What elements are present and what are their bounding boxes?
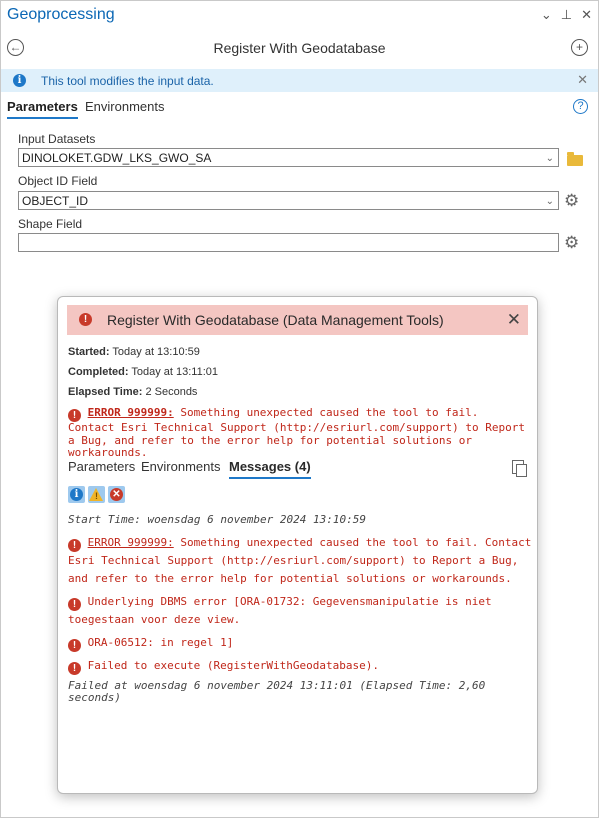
started-value: Today at 13:10:59 bbox=[112, 346, 200, 358]
add-icon[interactable]: + bbox=[571, 39, 588, 56]
error-icon: ! bbox=[68, 539, 81, 552]
info-icon: i bbox=[13, 74, 26, 87]
tool-header: ← Register With Geodatabase + bbox=[1, 33, 598, 63]
input-datasets-value: DINOLOKET.GDW_LKS_GWO_SA bbox=[22, 151, 212, 165]
completed-label: Completed: bbox=[68, 366, 129, 378]
pin-icon[interactable]: ⊥ bbox=[561, 7, 572, 23]
options-chevron-icon[interactable]: ⌄ bbox=[541, 7, 552, 23]
error-icon: ! bbox=[68, 639, 81, 652]
error-message-text: Underlying DBMS error [ORA-01732: Gegeve… bbox=[68, 595, 492, 626]
pane-title: Geoprocessing bbox=[7, 6, 115, 23]
dialog-tabs: Parameters Environments Messages (4) bbox=[68, 459, 530, 481]
error-message: ! ERROR 999999: Something unexpected cau… bbox=[68, 534, 532, 588]
error-icon: ! bbox=[79, 313, 92, 326]
tab-environments[interactable]: Environments bbox=[85, 99, 164, 114]
gear-icon[interactable]: ⚙ bbox=[564, 234, 579, 251]
started-label: Started: bbox=[68, 346, 110, 358]
input-datasets-field[interactable]: DINOLOKET.GDW_LKS_GWO_SA ⌄ bbox=[18, 148, 559, 167]
elapsed-row: Elapsed Time: 2 Seconds bbox=[68, 386, 197, 398]
error-message: ! Failed to execute (RegisterWithGeodata… bbox=[68, 657, 532, 675]
chevron-down-icon[interactable]: ⌄ bbox=[546, 149, 554, 168]
elapsed-label: Elapsed Time: bbox=[68, 386, 143, 398]
error-message: ! Underlying DBMS error [ORA-01732: Gege… bbox=[68, 593, 532, 629]
close-pane-icon[interactable]: ✕ bbox=[581, 7, 592, 23]
object-id-field-label: Object ID Field bbox=[18, 174, 98, 188]
info-icon: i bbox=[70, 488, 83, 501]
error-message-text: Failed to execute (RegisterWithGeodataba… bbox=[87, 659, 380, 672]
help-icon[interactable]: ? bbox=[573, 99, 588, 114]
shape-field-select[interactable] bbox=[18, 233, 559, 252]
pane-title-bar: Geoprocessing ⌄ ⊥ ✕ bbox=[1, 1, 598, 31]
close-dialog-icon[interactable]: ✕ bbox=[507, 310, 521, 330]
tab-environments[interactable]: Environments bbox=[141, 459, 220, 474]
info-text: This tool modifies the input data. bbox=[41, 74, 214, 88]
filter-info-button[interactable]: i bbox=[68, 486, 85, 503]
completed-row: Completed: Today at 13:11:01 bbox=[68, 366, 218, 378]
started-row: Started: Today at 13:10:59 bbox=[68, 346, 200, 358]
filter-warning-button[interactable]: ! bbox=[88, 486, 105, 503]
error-summary: ! ERROR 999999: Something unexpected cau… bbox=[68, 406, 530, 460]
filter-error-button[interactable]: ✕ bbox=[108, 486, 125, 503]
tab-parameters[interactable]: Parameters bbox=[68, 459, 135, 474]
failed-at-message: Failed at woensdag 6 november 2024 13:11… bbox=[68, 679, 486, 704]
copy-icon[interactable] bbox=[512, 460, 527, 477]
message-filters: i ! ✕ bbox=[68, 486, 125, 503]
tool-tabs: Parameters Environments ? bbox=[1, 99, 598, 121]
info-bar: i This tool modifies the input data. ✕ bbox=[1, 69, 598, 92]
error-icon: ! bbox=[68, 662, 81, 675]
message-list: Start Time: woensdag 6 november 2024 13:… bbox=[68, 511, 532, 709]
error-message-text: ORA-06512: in regel 1] bbox=[87, 636, 234, 649]
error-code-link[interactable]: ERROR 999999: bbox=[88, 406, 174, 419]
tool-result-dialog: ! Register With Geodatabase (Data Manage… bbox=[57, 296, 538, 794]
tab-parameters[interactable]: Parameters bbox=[7, 99, 78, 119]
completed-value: Today at 13:11:01 bbox=[131, 366, 219, 378]
gear-icon[interactable]: ⚙ bbox=[564, 192, 579, 209]
error-icon: ! bbox=[68, 598, 81, 611]
folder-icon[interactable] bbox=[567, 152, 583, 166]
elapsed-value: 2 Seconds bbox=[145, 386, 198, 398]
error-icon: ✕ bbox=[110, 488, 123, 501]
start-time-message: Start Time: woensdag 6 november 2024 13:… bbox=[68, 513, 367, 526]
error-code-link[interactable]: ERROR 999999: bbox=[88, 536, 174, 549]
object-id-field-value: OBJECT_ID bbox=[22, 194, 89, 208]
error-message: ! ORA-06512: in regel 1] bbox=[68, 634, 532, 652]
tab-messages[interactable]: Messages (4) bbox=[229, 459, 311, 479]
tool-title: Register With Geodatabase bbox=[213, 40, 386, 56]
warning-icon: ! bbox=[89, 488, 103, 501]
shape-field-label: Shape Field bbox=[18, 217, 83, 231]
chevron-down-icon[interactable]: ⌄ bbox=[546, 192, 554, 211]
dialog-title: Register With Geodatabase (Data Manageme… bbox=[107, 312, 444, 328]
window-controls: ⌄ ⊥ ✕ bbox=[541, 7, 592, 23]
dialog-header: ! Register With Geodatabase (Data Manage… bbox=[67, 305, 528, 335]
object-id-field-select[interactable]: OBJECT_ID ⌄ bbox=[18, 191, 559, 210]
close-info-icon[interactable]: ✕ bbox=[577, 72, 588, 88]
input-datasets-label: Input Datasets bbox=[18, 132, 96, 146]
